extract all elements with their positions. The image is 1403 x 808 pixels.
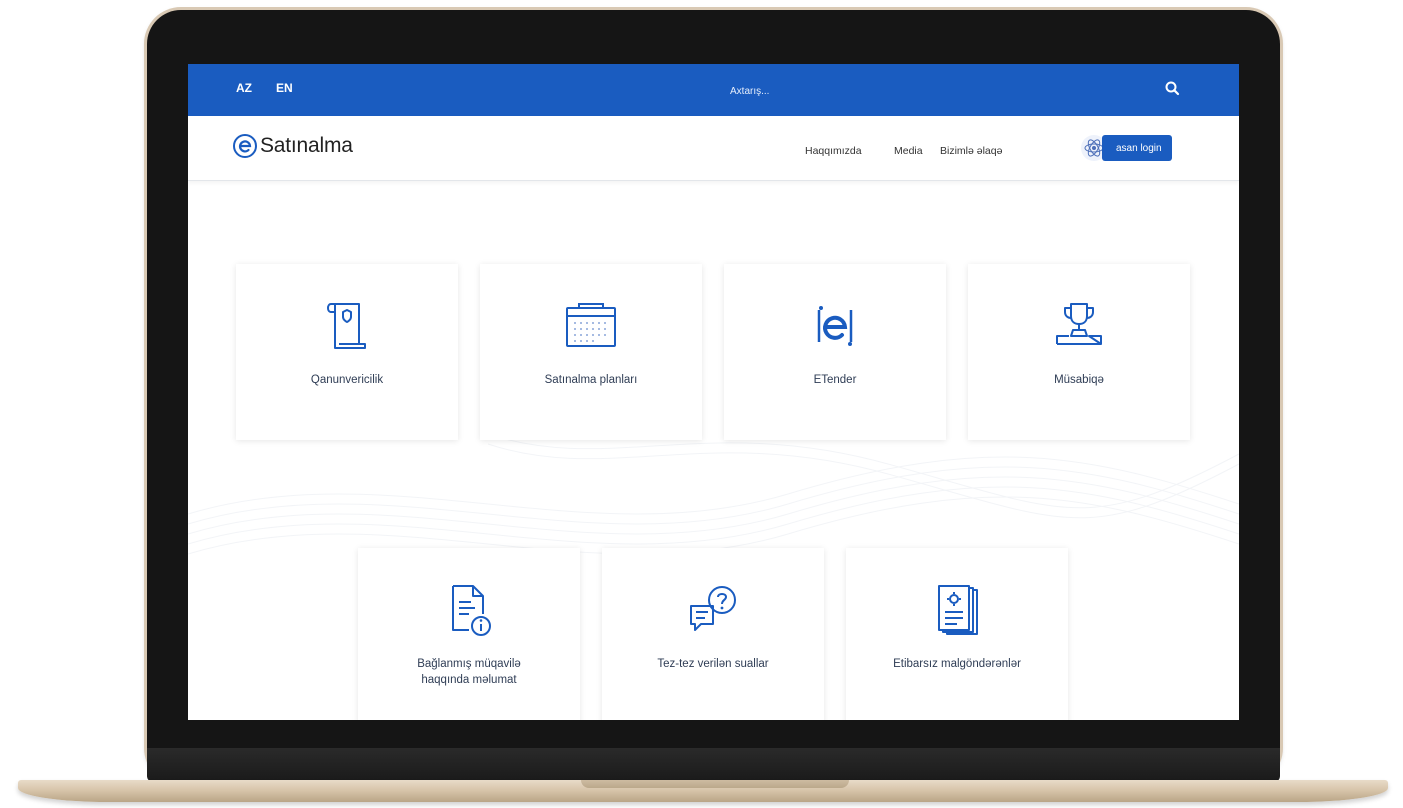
top-bar: AZ EN xyxy=(188,64,1239,116)
e-logo-icon xyxy=(233,134,257,158)
asan-login-button[interactable]: asan login xyxy=(1102,135,1172,161)
card-signed-contracts[interactable]: Bağlanmış müqavilə haqqında məlumat xyxy=(358,548,580,720)
lang-az[interactable]: AZ xyxy=(236,81,252,95)
site-logo[interactable]: Satınalma xyxy=(232,133,353,159)
blacklist-book-icon xyxy=(938,585,978,635)
nav-about[interactable]: Haqqımızda xyxy=(805,145,862,157)
card-label: Müsabiqə xyxy=(1054,374,1104,386)
card-label: Tez-tez verilən suallar xyxy=(657,658,769,670)
card-legislation[interactable]: Qanunvericilik xyxy=(236,264,458,440)
card-label-line2: haqqında məlumat xyxy=(421,674,517,686)
card-label: Qanunvericilik xyxy=(310,374,384,386)
laptop-notch xyxy=(581,780,849,788)
search-input[interactable] xyxy=(728,78,1162,104)
card-label: Etibarsız malgöndərənlər xyxy=(893,658,1021,670)
lang-en[interactable]: EN xyxy=(276,81,293,95)
nav-contact[interactable]: Bizimlə əlaqə xyxy=(940,145,1002,157)
browser-screen: AZ EN Satınalma Haqqımızda Media Bizimlə… xyxy=(188,64,1239,720)
trophy-icon xyxy=(1056,303,1102,345)
card-faq[interactable]: Tez-tez verilən suallar xyxy=(602,548,824,720)
etender-logo-icon xyxy=(817,306,853,346)
card-unreliable-suppliers[interactable]: Etibarsız malgöndərənlər xyxy=(846,548,1068,720)
card-label: Satınalma planları xyxy=(544,374,638,386)
laptop-chin xyxy=(147,748,1280,782)
law-scroll-icon xyxy=(327,303,366,349)
nav-media[interactable]: Media xyxy=(894,145,923,157)
card-label: ETender xyxy=(813,374,857,386)
card-competition[interactable]: Müsabiqə xyxy=(968,264,1190,440)
document-info-icon xyxy=(452,585,491,636)
asan-login[interactable]: asan login xyxy=(1080,134,1172,162)
site-header: Satınalma Haqqımızda Media Bizimlə əlaqə… xyxy=(188,116,1239,181)
card-procurement-plans[interactable]: Satınalma planları xyxy=(480,264,702,440)
calendar-icon xyxy=(566,303,616,347)
faq-chat-icon xyxy=(690,586,736,631)
card-etender[interactable]: ETender xyxy=(724,264,946,440)
search-icon[interactable] xyxy=(1163,79,1183,99)
card-label-line1: Bağlanmış müqavilə xyxy=(417,658,521,670)
logo-text: Satınalma xyxy=(260,134,353,157)
